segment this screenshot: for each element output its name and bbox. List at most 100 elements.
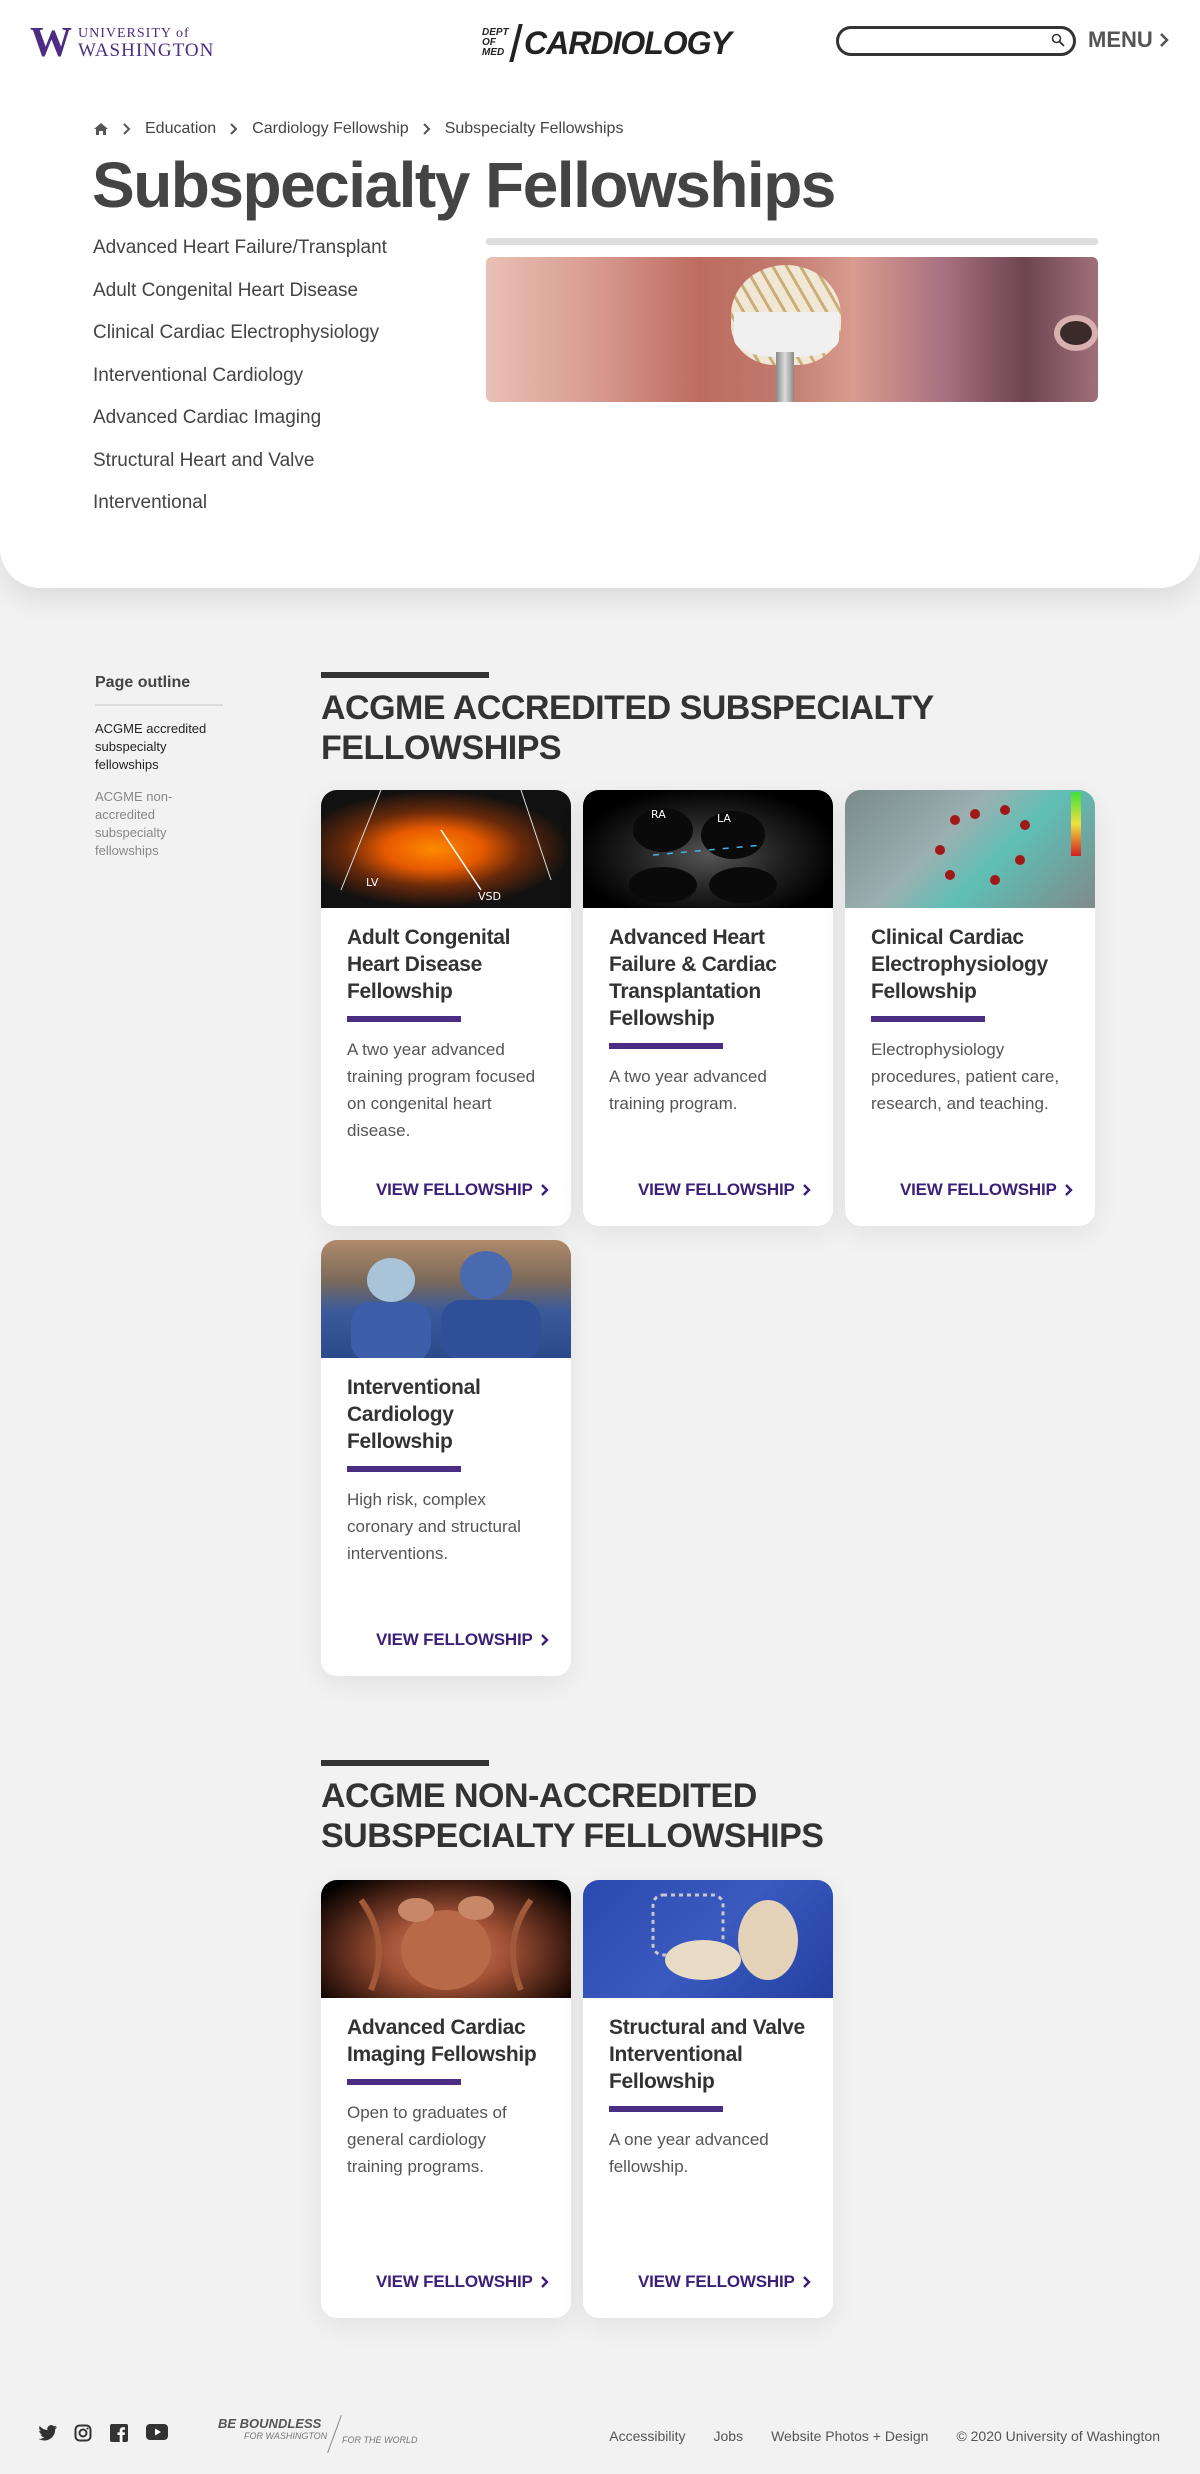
hero-image [486, 238, 1098, 402]
uw-logo[interactable]: W UNIVERSITY of WASHINGTON [30, 22, 214, 64]
footer-link-accessibility[interactable]: Accessibility [609, 2428, 685, 2444]
echo-image: RA LA [583, 790, 833, 908]
fellowship-card-electrophysiology[interactable]: Clinical Cardiac Electrophysiology Fello… [845, 790, 1095, 1226]
page-outline: Page outline ACGME accredited subspecial… [95, 674, 223, 860]
page-footer: BE BOUNDLESS FOR WASHINGTON FOR THE WORL… [0, 2410, 1200, 2458]
card-title: Adult Congenital Heart Disease Fellowshi… [347, 926, 511, 1003]
youtube-icon[interactable] [146, 2424, 168, 2442]
view-fellowship-link[interactable]: VIEW FELLOWSHIP [376, 1180, 549, 1200]
section-title-accredited: ACGME ACCREDITED SUBSPECIALTY FELLOWSHIP… [321, 689, 934, 767]
subnav-adult-congenital[interactable]: Adult Congenital Heart Disease [93, 275, 387, 318]
be-boundless-logo[interactable]: BE BOUNDLESS FOR WASHINGTON FOR THE WORL… [218, 2415, 418, 2453]
subnav-interventional[interactable]: Interventional [93, 487, 387, 530]
fellowship-card-cardiac-imaging[interactable]: Advanced Cardiac Imaging Fellowship Open… [321, 1880, 571, 2318]
uw-logo-line2: WASHINGTON [78, 39, 215, 61]
chevron-right-icon [1064, 1184, 1073, 1196]
cta-label: VIEW FELLOWSHIP [376, 1630, 533, 1649]
heart-valve-photo [486, 257, 1098, 402]
card-accent-bar [347, 1466, 461, 1472]
fellowship-card-adult-congenital[interactable]: LV VSD Adult Congenital Heart Disease Fe… [321, 790, 571, 1226]
subnav-advanced-cardiac-imaging[interactable]: Advanced Cardiac Imaging [93, 402, 387, 445]
instagram-icon[interactable] [74, 2424, 94, 2442]
view-fellowship-link[interactable]: VIEW FELLOWSHIP [638, 2272, 811, 2292]
fellowship-card-structural-valve[interactable]: Structural and Valve Interventional Fell… [583, 1880, 833, 2318]
dept-title: CARDIOLOGY [524, 24, 732, 61]
cardiac-ct-image [321, 1880, 571, 1998]
breadcrumb-separator-icon [230, 123, 238, 135]
card-description: Electrophysiology procedures, patient ca… [871, 1040, 1060, 1113]
section-rule [321, 1760, 489, 1766]
twitter-icon[interactable] [38, 2424, 58, 2442]
cta-label: VIEW FELLOWSHIP [638, 2272, 795, 2291]
subnav-electrophysiology[interactable]: Clinical Cardiac Electrophysiology [93, 317, 387, 360]
facebook-icon[interactable] [110, 2424, 130, 2442]
breadcrumb-education[interactable]: Education [145, 120, 216, 138]
footer-links: Accessibility Jobs Website Photos + Desi… [581, 2428, 1160, 2444]
subspecialty-nav: Advanced Heart Failure/Transplant Adult … [93, 232, 387, 530]
boundless-line3: FOR THE WORLD [342, 2435, 418, 2445]
section-title-non-accredited: ACGME NON-ACCREDITED SUBSPECIALTY FELLOW… [321, 1777, 824, 1855]
echo-image: LV VSD [321, 790, 571, 908]
chevron-right-icon [802, 1184, 811, 1196]
chevron-right-icon [540, 1184, 549, 1196]
card-description: A two year advanced training program. [609, 1067, 767, 1113]
footer-link-jobs[interactable]: Jobs [714, 2428, 744, 2444]
echo-label-ra: RA [651, 808, 666, 821]
breadcrumb-separator-icon [422, 123, 431, 135]
breadcrumb: Education Cardiology Fellowship Subspeci… [93, 120, 623, 138]
view-fellowship-link[interactable]: VIEW FELLOWSHIP [376, 2272, 549, 2292]
card-accent-bar [609, 1043, 723, 1049]
card-title: Structural and Valve Interventional Fell… [609, 2016, 805, 2093]
valve-device-photo [583, 1880, 833, 1998]
outline-link-accredited[interactable]: ACGME accredited subspecialty fellowship… [95, 720, 223, 774]
view-fellowship-link[interactable]: VIEW FELLOWSHIP [900, 1180, 1073, 1200]
subnav-structural-heart[interactable]: Structural Heart and Valve [93, 445, 387, 488]
chevron-right-icon [540, 2276, 549, 2288]
view-fellowship-link[interactable]: VIEW FELLOWSHIP [638, 1180, 811, 1200]
card-title: Advanced Cardiac Imaging Fellowship [347, 2016, 537, 2066]
breadcrumb-separator-icon [123, 123, 131, 135]
outline-link-non-accredited[interactable]: ACGME non-accredited subspecialty fellow… [95, 788, 223, 860]
search-input[interactable] [836, 26, 1076, 56]
cta-label: VIEW FELLOWSHIP [376, 2272, 533, 2291]
ep-map-overlay [935, 792, 1081, 885]
fellowship-card-heart-failure[interactable]: RA LA Advanced Heart Failure & Cardiac T… [583, 790, 833, 1226]
echo-label-vsd: VSD [478, 890, 501, 903]
cta-label: VIEW FELLOWSHIP [900, 1180, 1057, 1199]
view-fellowship-link[interactable]: VIEW FELLOWSHIP [376, 1630, 549, 1650]
home-icon[interactable] [93, 122, 109, 136]
card-title: Interventional Cardiology Fellowship [347, 1376, 481, 1453]
social-links [38, 2424, 182, 2442]
card-title: Advanced Heart Failure & Cardiac Transpl… [609, 926, 777, 1030]
card-accent-bar [609, 2106, 723, 2112]
menu-button[interactable]: MENU [1088, 27, 1169, 53]
boundless-slash [327, 2415, 342, 2453]
subnav-advanced-heart-failure[interactable]: Advanced Heart Failure/Transplant [93, 232, 387, 275]
echo-overlay [340, 790, 552, 891]
cta-label: VIEW FELLOWSHIP [638, 1180, 795, 1199]
vessel-opening-graphic [1054, 315, 1098, 351]
valve-device-overlay [651, 1893, 798, 1980]
section-rule [321, 672, 489, 678]
page-outline-title: Page outline [95, 674, 223, 706]
boundless-line1: BE BOUNDLESS [218, 2416, 322, 2431]
echo-label-lv: LV [366, 876, 379, 889]
uw-logo-mark: W [30, 20, 72, 66]
footer-link-photos-design[interactable]: Website Photos + Design [771, 2428, 928, 2444]
hero-image-rule [486, 238, 1098, 245]
chevron-right-icon [540, 1634, 549, 1646]
breadcrumb-cardiology-fellowship[interactable]: Cardiology Fellowship [252, 120, 409, 138]
card-accent-bar [347, 1016, 461, 1022]
valve-cuff-graphic [734, 312, 839, 357]
breadcrumb-subspecialty-fellowships[interactable]: Subspecialty Fellowships [445, 120, 624, 138]
cardiology-logo[interactable]: DEPT OF MED CARDIOLOGY [482, 24, 732, 62]
card-accent-bar [347, 2079, 461, 2085]
catheter-graphic [776, 352, 794, 402]
fellowship-card-interventional[interactable]: Interventional Cardiology Fellowship Hig… [321, 1240, 571, 1676]
subnav-interventional-cardiology[interactable]: Interventional Cardiology [93, 360, 387, 403]
card-description: A one year advanced fellowship. [609, 2130, 769, 2176]
dept-of-med-mark: DEPT OF MED [482, 28, 512, 58]
footer-copyright: © 2020 University of Washington [956, 2428, 1160, 2444]
search-icon[interactable] [1051, 33, 1065, 47]
uw-logo-line1: UNIVERSITY of [78, 25, 190, 41]
